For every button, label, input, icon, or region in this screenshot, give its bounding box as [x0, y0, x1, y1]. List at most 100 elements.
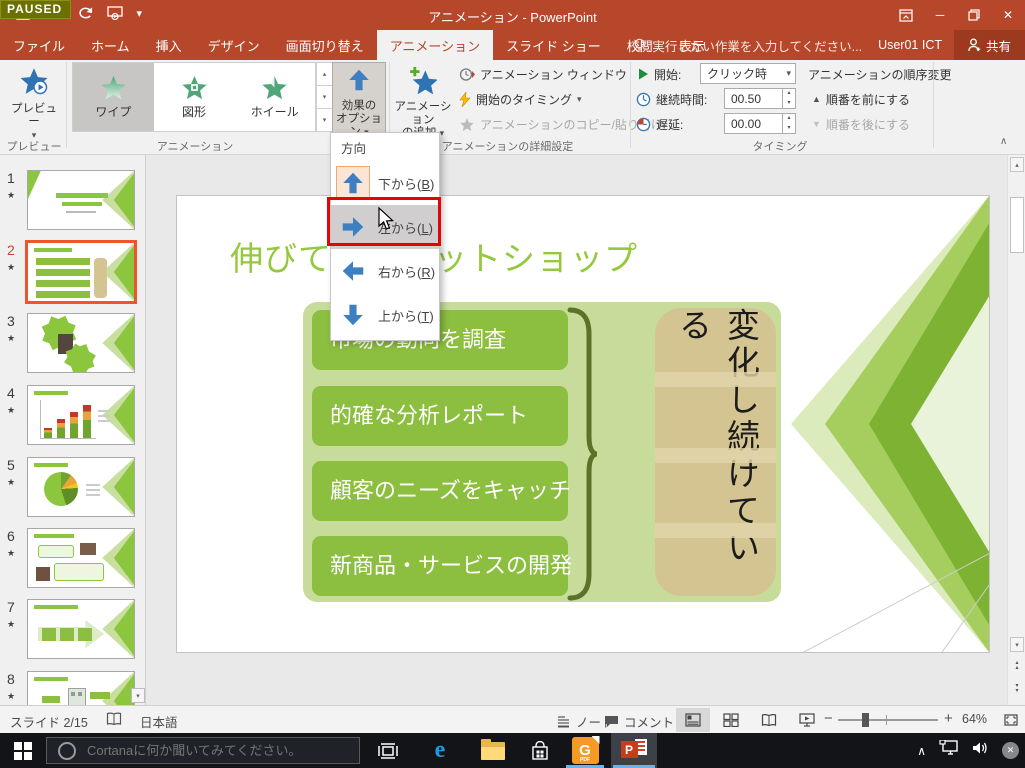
account-name[interactable]: User01 ICT — [878, 38, 942, 52]
menu-item-from-left[interactable]: 左から(L) — [331, 205, 439, 249]
thumbnail-slide-7[interactable] — [27, 599, 135, 659]
start-select[interactable]: クリック時 ▾ — [700, 63, 796, 84]
powerpoint-icon[interactable]: P — [612, 733, 656, 768]
thumbnail-graphic — [71, 692, 75, 696]
delay-spinner[interactable]: 00.00 ▴▾ — [724, 113, 796, 134]
menu-item-from-right[interactable]: 右から(R) — [331, 249, 439, 293]
tab-slideshow[interactable]: スライド ショー — [493, 30, 614, 60]
view-slide-sorter-button[interactable] — [714, 708, 748, 732]
gallery-more-icon[interactable]: ▾ — [316, 108, 333, 132]
tab-transitions[interactable]: 画面切り替え — [273, 30, 377, 60]
animation-pane-button[interactable]: アニメーション ウィンドウ — [459, 63, 627, 85]
thumbnail-graphic — [83, 405, 91, 438]
zoom-in-button[interactable]: + — [944, 710, 953, 727]
tab-insert[interactable]: 挿入 — [143, 30, 195, 60]
thumbnail-graphic — [44, 428, 52, 438]
disconnected-icon[interactable]: ✕ — [1002, 742, 1019, 759]
menu-item-from-bottom[interactable]: 下から(B) — [331, 161, 439, 205]
start-button[interactable] — [0, 733, 46, 768]
animation-painter-button[interactable]: アニメーションのコピー/貼り付け — [459, 113, 663, 135]
store-icon[interactable] — [518, 733, 562, 768]
thumbnail-slide-5[interactable] — [27, 457, 135, 517]
thumbnail-graphic — [62, 202, 102, 206]
tray-expand-icon[interactable]: ∧ — [917, 744, 926, 758]
duration-spinner[interactable]: 00.50 ▴▾ — [724, 88, 796, 109]
gallery-item-shape[interactable]: 図形 — [154, 63, 235, 131]
file-explorer-icon[interactable] — [471, 733, 515, 768]
move-earlier-button[interactable]: ▲ 順番を前にする — [812, 88, 910, 110]
tab-design[interactable]: デザイン — [195, 30, 273, 60]
tab-animations[interactable]: アニメーション — [377, 30, 493, 60]
slide-box-4[interactable]: 新商品・サービスの開発 — [312, 536, 568, 596]
thumbnail-slide-8[interactable] — [27, 671, 135, 705]
cortana-search[interactable] — [46, 737, 360, 764]
panel-scroll-down-icon[interactable]: ▾ — [131, 688, 145, 703]
restore-icon[interactable] — [957, 0, 991, 30]
curly-bracket-shape[interactable] — [565, 306, 597, 602]
edge-icon[interactable]: e — [418, 733, 462, 768]
scroll-up-icon[interactable]: ▴ — [1010, 157, 1024, 172]
gallery-item-wipe[interactable]: ワイプ — [73, 63, 154, 131]
collapse-ribbon-icon[interactable]: ∧ — [1000, 136, 1007, 147]
preview-button[interactable]: プレビュー ▾ — [6, 62, 62, 133]
move-later-button[interactable]: ▼ 順番を後にする — [812, 113, 910, 135]
add-animation-button[interactable]: アニメーション の追加 ▾ — [393, 62, 453, 133]
spellcheck-book-icon[interactable] — [106, 712, 122, 726]
thumbnail-graphic — [70, 412, 78, 438]
language-indicator[interactable]: 日本語 — [140, 712, 178, 731]
thumbnail-graphic — [60, 628, 74, 641]
thumbnail-graphic — [80, 543, 96, 555]
menu-item-from-top[interactable]: 上から(T) — [331, 293, 439, 337]
network-icon[interactable] — [939, 740, 958, 761]
cortana-search-input[interactable] — [87, 743, 337, 758]
ribbon-display-options-icon[interactable] — [889, 0, 923, 30]
thumbnail-slide-3[interactable] — [27, 313, 135, 373]
thumbnail-slide-6[interactable] — [27, 528, 135, 588]
trigger-button[interactable]: 開始のタイミング ▾ — [459, 88, 582, 110]
slide-canvas[interactable]: 伸びているペットショップ 市場の動向を調査 的確な分析レポート 顧客のニーズをキ… — [177, 196, 989, 652]
tab-file[interactable]: ファイル — [0, 30, 78, 60]
slide-thumbnail-panel: 1 ★ 2 ★ 3 ★ — [0, 155, 146, 705]
volume-icon[interactable] — [971, 740, 989, 761]
thumbnail-slide-4[interactable] — [27, 385, 135, 445]
chevron-down-icon: ▾ — [440, 128, 445, 138]
gallery-scroll-up-icon[interactable]: ▴ — [316, 62, 333, 85]
delay-row: 遅延: — [636, 113, 683, 135]
thumbnail-graphic — [56, 193, 108, 198]
gallery-scroll-down-icon[interactable]: ▾ — [316, 85, 333, 108]
thumbnail-graphic — [94, 258, 107, 298]
tab-home[interactable]: ホーム — [78, 30, 143, 60]
slide-box-3[interactable]: 顧客のニーズをキャッチ — [312, 461, 568, 521]
pdf-app-icon[interactable]: GPDF — [563, 733, 607, 768]
view-normal-button[interactable] — [676, 708, 710, 732]
wipe-star-icon — [100, 74, 127, 101]
close-icon[interactable]: ✕ — [991, 0, 1025, 30]
task-view-button[interactable] — [366, 733, 410, 768]
previous-slide-icon[interactable]: ▴▴ — [1010, 658, 1024, 673]
minimize-icon[interactable]: ─ — [923, 0, 957, 30]
scrollbar-thumb[interactable] — [1010, 197, 1024, 253]
start-play-icon — [638, 68, 649, 80]
next-slide-icon[interactable]: ▾▾ — [1010, 681, 1024, 696]
comments-button[interactable]: コメント — [604, 712, 674, 731]
effect-options-button[interactable]: 効果の オプション ▾ — [332, 62, 386, 133]
start-value: クリック時 — [701, 65, 786, 82]
slide-decoration — [655, 448, 776, 463]
zoom-slider-track[interactable] — [838, 719, 938, 721]
powerpoint-window: PAUSED ▾ ▾ アニメーション - PowerPoint ─ — [0, 0, 1025, 768]
zoom-out-button[interactable]: − — [824, 710, 833, 727]
share-button[interactable]: 共有 — [954, 30, 1025, 60]
duration-spin-buttons[interactable]: ▴▾ — [782, 89, 795, 108]
slide-box-2[interactable]: 的確な分析レポート — [312, 386, 568, 446]
zoom-percent[interactable]: 64% — [962, 712, 987, 726]
gallery-item-wheel[interactable]: ホイール — [234, 63, 315, 131]
tell-me-box[interactable]: 実行したい作業を入力してください... — [633, 36, 862, 55]
view-reading-button[interactable] — [752, 708, 786, 732]
zoom-slider-thumb[interactable] — [862, 713, 869, 727]
thumbnail-slide-1[interactable] — [27, 170, 135, 230]
fit-slide-to-window-button[interactable] — [994, 708, 1025, 732]
view-slideshow-button[interactable] — [790, 708, 824, 732]
scroll-down-icon[interactable]: ▾ — [1010, 637, 1024, 652]
delay-spin-buttons[interactable]: ▴▾ — [782, 114, 795, 133]
thumbnail-slide-2[interactable] — [25, 240, 137, 304]
